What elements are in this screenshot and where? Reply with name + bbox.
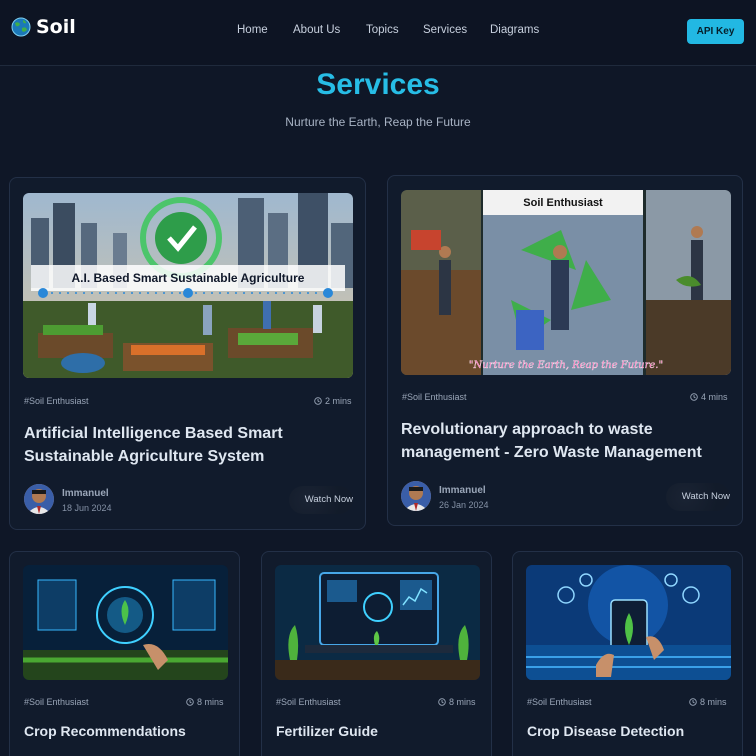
author-name: Immanuel [62, 488, 109, 499]
image-caption: "Nurture the Earth, Reap the Future." [469, 360, 663, 371]
avatar-image [24, 484, 54, 514]
ai-agriculture-image: A.I. Based Smart Sustainable Agriculture [23, 193, 353, 378]
card-title-line: Revolutionary approach to waste [401, 421, 653, 438]
watch-now-button[interactable]: Watch Now [666, 483, 730, 511]
read-time: 2 mins [314, 396, 352, 406]
featured-card[interactable]: Soil Enthusiast "Nurture the Earth, Reap… [387, 175, 743, 526]
read-time: 8 mins [186, 697, 224, 707]
read-time-text: 8 mins [197, 697, 224, 707]
card-tag: #Soil Enthusiast [276, 697, 341, 707]
card-tag: #Soil Enthusiast [24, 697, 89, 707]
card-title-line: Sustainable Agriculture System [24, 448, 265, 465]
featured-card[interactable]: A.I. Based Smart Sustainable Agriculture… [9, 177, 366, 530]
author-avatar [24, 484, 54, 514]
card-thumbnail[interactable] [526, 565, 731, 680]
read-time: 8 mins [438, 697, 476, 707]
card-title-line: Artificial Intelligence Based Smart [24, 425, 283, 442]
page-subtitle: Nurture the Earth, Reap the Future [285, 115, 471, 129]
card-title[interactable]: Artificial Intelligence Based Smart Sust… [24, 422, 354, 468]
post-date: 18 Jun 2024 [62, 503, 112, 513]
card-tag: #Soil Enthusiast [527, 697, 592, 707]
nav-link-about-us[interactable]: About Us [293, 24, 340, 36]
clock-icon [689, 698, 697, 706]
clock-icon [690, 393, 698, 401]
card-title[interactable]: Fertilizer Guide [276, 722, 486, 740]
watch-now-button[interactable]: Watch Now [289, 486, 353, 514]
read-time-text: 8 mins [449, 697, 476, 707]
service-card[interactable]: #Soil Enthusiast 8 mins Fertilizer Guide [261, 551, 492, 756]
read-time: 4 mins [690, 392, 728, 402]
card-title[interactable]: Crop Recommendations [24, 722, 234, 740]
clock-icon [438, 698, 446, 706]
nav-link-home[interactable]: Home [237, 24, 268, 36]
clock-icon [186, 698, 194, 706]
read-time-text: 8 mins [700, 697, 727, 707]
nav-links: Home About Us Topics Services Diagrams [0, 24, 756, 42]
image-caption: A.I. Based Smart Sustainable Agriculture [72, 271, 305, 285]
zero-waste-image: Soil Enthusiast "Nurture the Earth, Reap… [401, 190, 731, 375]
card-thumbnail[interactable]: Soil Enthusiast "Nurture the Earth, Reap… [401, 190, 731, 375]
crop-disease-detection-image [526, 565, 731, 680]
card-title[interactable]: Revolutionary approach to waste manageme… [401, 418, 736, 464]
api-key-button[interactable]: API Key [687, 19, 744, 44]
card-title-line: management - Zero Waste Management [401, 444, 702, 461]
card-title[interactable]: Crop Disease Detection [527, 722, 737, 740]
crop-recommendation-image [23, 565, 228, 680]
avatar-image [401, 481, 431, 511]
top-navbar: Soil Home About Us Topics Services Diagr… [0, 0, 756, 66]
page-title: Services [316, 68, 440, 101]
nav-link-diagrams[interactable]: Diagrams [490, 24, 539, 36]
clock-icon [314, 397, 322, 405]
nav-link-topics[interactable]: Topics [366, 24, 399, 36]
nav-link-services[interactable]: Services [423, 24, 467, 36]
author-avatar [401, 481, 431, 511]
read-time-text: 4 mins [701, 392, 728, 402]
card-tag: #Soil Enthusiast [24, 396, 89, 406]
card-thumbnail[interactable] [23, 565, 228, 680]
fertilizer-guide-image [275, 565, 480, 680]
service-card[interactable]: #Soil Enthusiast 8 mins Crop Recommendat… [9, 551, 240, 756]
read-time-text: 2 mins [325, 396, 352, 406]
post-date: 26 Jan 2024 [439, 500, 489, 510]
read-time: 8 mins [689, 697, 727, 707]
card-thumbnail[interactable]: A.I. Based Smart Sustainable Agriculture [23, 193, 353, 378]
card-tag: #Soil Enthusiast [402, 392, 467, 402]
service-card[interactable]: #Soil Enthusiast 8 mins Crop Disease Det… [512, 551, 743, 756]
card-thumbnail[interactable] [275, 565, 480, 680]
author-name: Immanuel [439, 485, 486, 496]
image-header: Soil Enthusiast [523, 197, 603, 209]
